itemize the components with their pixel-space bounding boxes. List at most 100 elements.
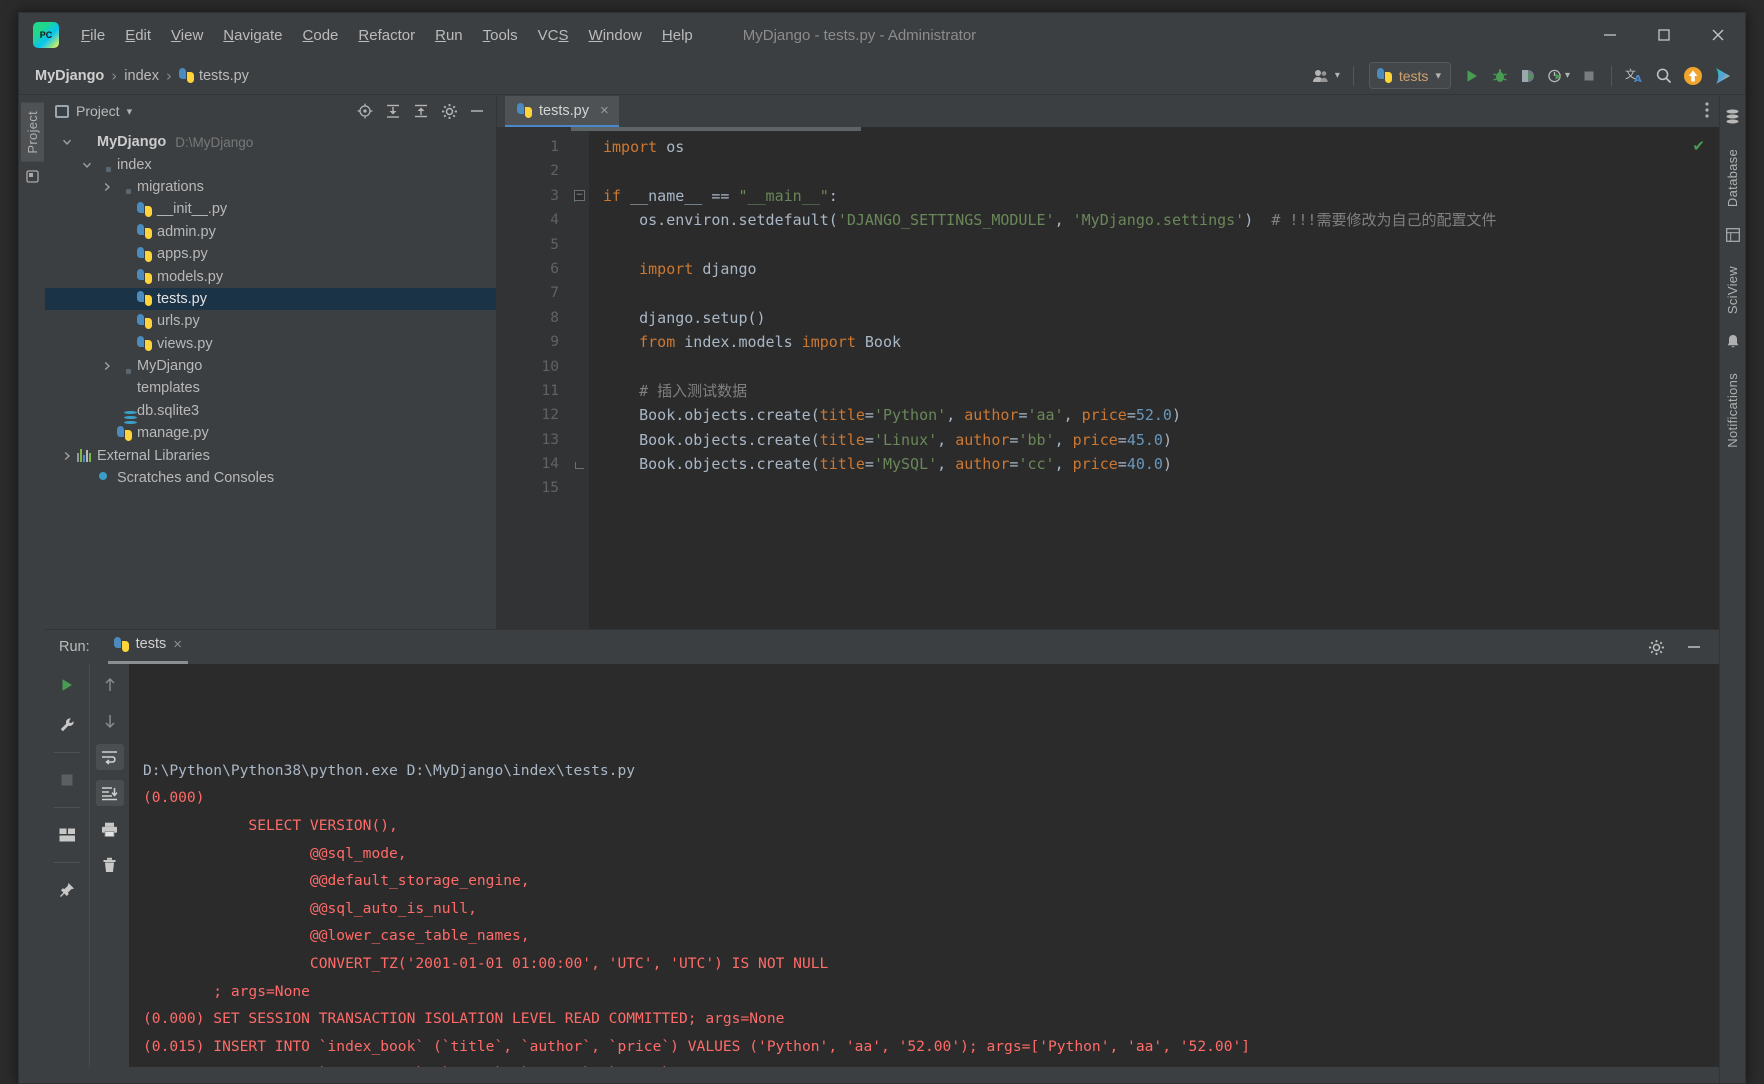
code-line-5[interactable] — [603, 233, 1719, 257]
code-line-11[interactable]: # 插入测试数据 — [603, 379, 1719, 403]
translate-icon[interactable]: 文 A — [1621, 62, 1649, 90]
notifications-icon[interactable] — [1726, 334, 1740, 353]
fold-row-9[interactable] — [571, 330, 589, 354]
menu-item-file[interactable]: File — [71, 23, 115, 48]
close-icon[interactable]: × — [173, 636, 182, 653]
sidebar-item-sciview[interactable]: SciView — [1721, 258, 1744, 322]
tree-item-views-py[interactable]: views.py — [45, 333, 496, 355]
update-arrow-icon[interactable] — [1679, 62, 1707, 90]
code-line-15[interactable] — [603, 477, 1719, 501]
gutter-line-5[interactable]: 5 — [497, 233, 571, 257]
fold-row-4[interactable] — [571, 208, 589, 232]
gear-icon[interactable] — [1643, 633, 1669, 661]
rerun-button[interactable] — [53, 672, 81, 698]
arrow-down-icon[interactable] — [96, 708, 124, 734]
menu-item-tools[interactable]: Tools — [473, 23, 528, 48]
sciview-icon[interactable] — [1725, 227, 1740, 246]
menu-item-view[interactable]: View — [161, 23, 213, 48]
menu-item-navigate[interactable]: Navigate — [213, 23, 292, 48]
structure-icon[interactable] — [25, 168, 39, 187]
debug-button[interactable] — [1487, 62, 1513, 90]
search-icon[interactable] — [1651, 62, 1677, 90]
run-console-output[interactable]: D:\Python\Python38\python.exe D:\MyDjang… — [129, 664, 1719, 1067]
menu-item-help[interactable]: Help — [652, 23, 703, 48]
close-icon[interactable]: × — [600, 102, 609, 119]
gutter-line-10[interactable]: 10 — [497, 355, 571, 379]
chevron-right-icon[interactable] — [59, 451, 75, 461]
fold-row-1[interactable] — [571, 135, 589, 159]
code-line-3[interactable]: if __name__ == "__main__": — [603, 184, 1719, 208]
menu-item-run[interactable]: Run — [425, 23, 473, 48]
menu-item-edit[interactable]: Edit — [115, 23, 161, 48]
print-icon[interactable] — [96, 816, 124, 842]
gutter-line-8[interactable]: 8 — [497, 306, 571, 330]
chevron-right-icon[interactable] — [99, 361, 115, 371]
pin-icon[interactable] — [53, 877, 81, 903]
profile-button[interactable]: ▾ — [1543, 62, 1574, 90]
fold-row-15[interactable] — [571, 476, 589, 500]
gutter-line-9[interactable]: 9 — [497, 330, 571, 354]
chevron-down-icon[interactable] — [59, 137, 75, 147]
tree-item-models-py[interactable]: models.py — [45, 265, 496, 287]
fold-row-6[interactable] — [571, 257, 589, 281]
editor-gutter[interactable]: 1 2 3 4 5 6 7 8 9 10 11 12 13 14 15 — [497, 127, 583, 629]
code-line-8[interactable]: django.setup() — [603, 306, 1719, 330]
tree-item-external-libraries[interactable]: External Libraries — [45, 444, 496, 466]
code-line-6[interactable]: import django — [603, 257, 1719, 281]
fold-row-14[interactable] — [571, 452, 589, 476]
tree-item-mydjango[interactable]: MyDjango D:\MyDjango — [45, 131, 496, 153]
gutter-line-15[interactable]: 15 — [497, 476, 571, 500]
editor-code-content[interactable]: import os if __name__ == "__main__": os.… — [589, 127, 1719, 629]
close-icon[interactable] — [1691, 13, 1745, 57]
menu-item-refactor[interactable]: Refactor — [348, 23, 425, 48]
more-vertical-icon[interactable] — [1705, 101, 1709, 123]
gutter-line-12[interactable]: 12 — [497, 403, 571, 427]
gutter-line-4[interactable]: 4 — [497, 208, 571, 232]
breadcrumb[interactable]: MyDjango › index › tests.py — [19, 67, 249, 85]
code-line-4[interactable]: os.environ.setdefault('DJANGO_SETTINGS_M… — [603, 208, 1719, 232]
fold-row-10[interactable] — [571, 355, 589, 379]
tree-item-mydjango[interactable]: MyDjango — [45, 355, 496, 377]
editor-fold-column[interactable]: − — [571, 127, 589, 629]
code-line-10[interactable] — [603, 355, 1719, 379]
fold-collapse-icon[interactable]: − — [574, 189, 585, 201]
sidebar-item-project[interactable]: Project — [20, 103, 44, 162]
arrow-up-icon[interactable] — [96, 672, 124, 698]
menu-item-code[interactable]: Code — [293, 23, 349, 48]
code-line-1[interactable]: import os — [603, 135, 1719, 159]
tree-item-templates[interactable]: templates — [45, 377, 496, 399]
chevron-right-icon[interactable] — [99, 182, 115, 192]
fold-row-5[interactable] — [571, 233, 589, 257]
code-line-9[interactable]: from index.models import Book — [603, 330, 1719, 354]
chevron-down-icon[interactable] — [79, 160, 95, 170]
tree-item-index[interactable]: index — [45, 153, 496, 175]
fold-row-7[interactable] — [571, 281, 589, 305]
gutter-line-6[interactable]: 6 — [497, 257, 571, 281]
layout-icon[interactable] — [53, 822, 81, 848]
project-panel-title[interactable]: Project ▾ — [55, 103, 132, 119]
editor-tab-tests-py[interactable]: tests.py × — [505, 96, 619, 127]
sidebar-item-notifications[interactable]: Notifications — [1721, 365, 1744, 456]
run-coverage-button[interactable] — [1515, 62, 1541, 90]
gradient-play-icon[interactable] — [1709, 62, 1737, 90]
fold-row-2[interactable] — [571, 159, 589, 183]
code-line-2[interactable] — [603, 159, 1719, 183]
gutter-line-13[interactable]: 13 — [497, 428, 571, 452]
wrench-icon[interactable] — [53, 712, 81, 738]
tree-item---init---py[interactable]: __init__.py — [45, 198, 496, 220]
menu-item-window[interactable]: Window — [579, 23, 652, 48]
expand-all-icon[interactable] — [380, 97, 406, 125]
breadcrumb-item-tests-py[interactable]: tests.py — [178, 68, 249, 84]
stop-button[interactable] — [53, 767, 81, 793]
project-tree[interactable]: MyDjango D:\MyDjango index migrations __init… — [45, 127, 496, 629]
fold-row-12[interactable] — [571, 403, 589, 427]
inspection-status-icon[interactable]: ✔ — [1692, 137, 1705, 155]
gutter-line-1[interactable]: 1 — [497, 135, 571, 159]
gutter-line-2[interactable]: 2 — [497, 159, 571, 183]
code-line-14[interactable]: Book.objects.create(title='MySQL', autho… — [603, 452, 1719, 476]
menu-item-vcs[interactable]: VCS — [528, 23, 579, 48]
gear-icon[interactable] — [436, 97, 462, 125]
stop-button[interactable] — [1576, 62, 1602, 90]
tree-item-migrations[interactable]: migrations — [45, 176, 496, 198]
tree-item-urls-py[interactable]: urls.py — [45, 310, 496, 332]
